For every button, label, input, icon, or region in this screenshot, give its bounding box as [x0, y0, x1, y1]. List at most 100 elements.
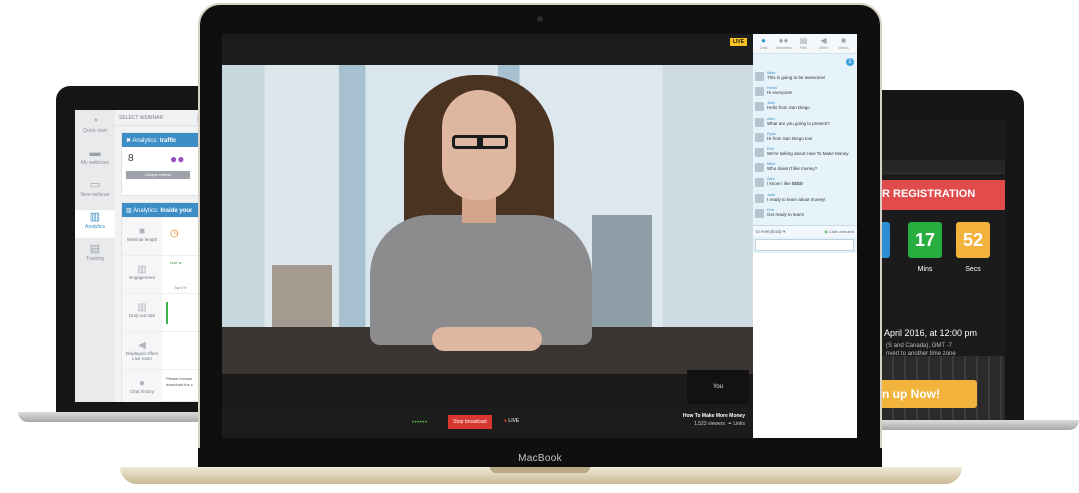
- sidebar-item-new-webinar[interactable]: ▭ New webinar: [75, 178, 115, 206]
- avatar: [755, 117, 764, 127]
- video-icon: ■: [841, 36, 846, 45]
- drop-rate-line: [166, 302, 168, 324]
- folder-icon: ▬: [89, 147, 101, 159]
- sidebar-item-quick-start[interactable]: ◔ Quick start: [75, 114, 115, 142]
- sidebar-item-label: New webinar: [80, 192, 110, 198]
- stop-broadcast-button[interactable]: Stop broadcast: [448, 415, 492, 429]
- chat-message: Alex I know I like $$$$!: [755, 176, 855, 191]
- video-icon: ■: [138, 226, 146, 237]
- links-button[interactable]: Links: [733, 421, 745, 427]
- webinar-date: April 2016, at 12:00 pm: [884, 328, 978, 338]
- sidebar-item-label: My webinars: [80, 160, 110, 166]
- sidebar-item-analytics[interactable]: ▥ Analytics: [75, 210, 115, 238]
- tab-videos[interactable]: ■ Videos: [835, 36, 852, 50]
- chat-recipient-bar: to everybody ▾ ◉ Chat unmuted: [753, 225, 857, 237]
- countdown-secs: 52: [956, 222, 990, 258]
- avatar: [755, 193, 764, 203]
- broadcast-controls: •••••• Stop broadcast ● LIVE How To Make…: [222, 408, 753, 438]
- chat-message: Mike Who doesn't like money?: [755, 161, 855, 176]
- visitor-count: 8: [128, 153, 134, 164]
- speedometer-icon: ◔: [91, 115, 99, 127]
- users-icon: ●●: [170, 152, 185, 166]
- countdown-mins: 17: [908, 222, 942, 258]
- presenter-hands: [432, 327, 542, 351]
- tab-attendees[interactable]: ●● Attendees: [775, 36, 792, 50]
- chart-icon: ▥: [137, 264, 147, 275]
- sidebar-item-label: Training: [86, 256, 104, 262]
- webinar-stats: How To Make More Money 1,523 viewers ⚭ L…: [683, 412, 745, 428]
- video-topbar: LIVE: [222, 34, 753, 65]
- avatar: [755, 163, 764, 173]
- unique-visitors-button[interactable]: Unique visitors: [126, 171, 190, 179]
- monitor-icon: ▭: [89, 179, 101, 191]
- chat-icon: ●: [761, 36, 766, 45]
- macbook-notch: [490, 467, 590, 473]
- sidebar-item-training[interactable]: ▤ Training: [75, 242, 115, 270]
- sidebar-item-my-webinars[interactable]: ▬ My webinars: [75, 146, 115, 174]
- people-icon: ●●: [778, 36, 789, 45]
- chat-messages: Mike This is going to be awesome! Kevin Hi…: [755, 70, 855, 222]
- avatar: [755, 132, 764, 142]
- viewer-count: 1,523 viewers ⚭ Links: [694, 421, 745, 427]
- chat-blank-area: [753, 253, 857, 438]
- megaphone-icon: ◀: [820, 36, 827, 45]
- metric-label: ▥ Drop out rate: [122, 294, 162, 332]
- right-laptop: R REGISTRATION 17 Mins 52 Secs April 201…: [870, 90, 1079, 435]
- glasses: [452, 135, 508, 149]
- presenter-video[interactable]: [222, 65, 753, 374]
- webinar-room: LIVE You •••••• Stop broadcast ● LIVE Ho…: [222, 34, 857, 438]
- chat-panel: ● Chat ●● Attendees ▤ Files ◀ Offers ■ Videos…: [753, 34, 857, 438]
- chat-message: Alex What are you going to present?: [755, 116, 855, 131]
- tab-chat[interactable]: ● Chat: [755, 36, 772, 50]
- chat-message: Erin Get ready to learn!: [755, 207, 855, 222]
- avatar: [755, 147, 764, 157]
- tab-offers[interactable]: ◀ Offers: [815, 36, 832, 50]
- self-view-tile[interactable]: You: [687, 370, 749, 404]
- chart-icon: ▥: [137, 302, 147, 313]
- right-laptop-base: [870, 420, 1079, 430]
- background-building: [592, 215, 652, 335]
- presenter-shirt: [370, 215, 592, 345]
- tab-files[interactable]: ▤ Files: [795, 36, 812, 50]
- chat-message: Julie I ready to learn about money!: [755, 192, 855, 207]
- chat-message: Kevin Hi everyone!: [755, 85, 855, 100]
- avatar: [755, 72, 764, 81]
- webinar-title: How To Make More Money: [682, 413, 745, 419]
- recipient-select[interactable]: to everybody: [756, 229, 782, 234]
- avatar: [755, 178, 764, 188]
- chat-input[interactable]: [755, 239, 854, 251]
- macbook-logo-text: MacBook: [518, 453, 562, 464]
- megaphone-icon: ◀: [138, 340, 146, 351]
- countdown-secs-label: Secs: [965, 266, 981, 273]
- files-icon: ▤: [799, 36, 808, 45]
- registration-page: R REGISTRATION 17 Mins 52 Secs April 201…: [870, 120, 1005, 420]
- chart-icon: ▥: [89, 211, 101, 223]
- chat-message: Julie Hello from San Diego: [755, 100, 855, 115]
- chat-icon: ●: [138, 378, 146, 389]
- live-indicator: ● LIVE: [504, 418, 520, 424]
- add-icon[interactable]: 1: [846, 58, 854, 66]
- sidebar-item-label: Quick start: [83, 128, 107, 134]
- chart-icon: ▥: [126, 208, 134, 214]
- marketing-scene: ◔ Quick start ▬ My webinars ▭ New webina…: [0, 0, 1079, 493]
- toggle-icon: ◉: [824, 229, 828, 234]
- dashboard-sidebar: ◔ Quick start ▬ My webinars ▭ New webina…: [75, 110, 115, 402]
- sidebar-item-label: Analytics: [84, 224, 105, 230]
- chat-message: Ryan Hi from San Diego too!: [755, 131, 855, 146]
- link-icon: ⚭: [727, 421, 732, 427]
- metric-label: ▥ Engagement: [122, 256, 162, 294]
- signal-indicator: ••••••: [412, 420, 428, 426]
- book-icon: ▤: [89, 243, 101, 255]
- drop-note: Top 5 %: [174, 286, 187, 290]
- camera-icon: [537, 16, 543, 22]
- clock-icon: ◷: [170, 228, 179, 239]
- chat-message: Erin We're talking about How To Make Mone…: [755, 146, 855, 161]
- avatar: [755, 87, 764, 97]
- chevron-down-icon: ▾: [783, 229, 786, 234]
- metric-label: ● Chat history: [122, 370, 162, 402]
- countdown-mins-label: Mins: [917, 266, 933, 273]
- chat-unmuted-toggle[interactable]: ◉ Chat unmuted: [824, 229, 854, 234]
- metric-label: ◀ Displayed offers Live room: [122, 332, 162, 370]
- signup-button[interactable]: n up Now!: [870, 380, 977, 408]
- live-badge: LIVE: [730, 38, 747, 46]
